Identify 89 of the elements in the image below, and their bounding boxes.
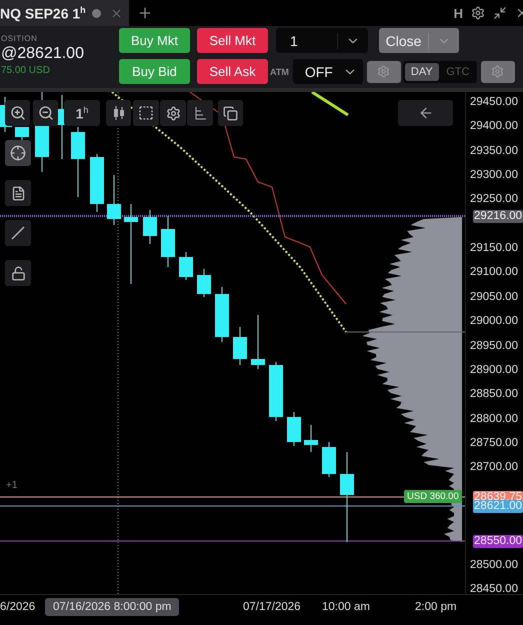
candlestick — [107, 174, 121, 226]
selection-icon — [138, 105, 154, 121]
price-tick: 29250.00 — [470, 192, 518, 206]
chart-tab[interactable]: NQ SEP26 1$^{h}$ — [0, 0, 129, 26]
order-settings-button[interactable] — [480, 60, 515, 82]
line-tool-button[interactable] — [5, 220, 31, 246]
price-tick: 28900.00 — [470, 362, 518, 377]
zoom-in-icon — [10, 105, 26, 121]
quantity-field[interactable]: 1 — [276, 28, 368, 53]
close-position-button[interactable]: Close — [379, 28, 459, 53]
candlestick — [71, 126, 85, 198]
candlestick-icon — [112, 105, 126, 121]
price-marker: 28550.00 — [473, 535, 523, 548]
position-label: OSITION — [1, 34, 38, 43]
price-tick: 28950.00 — [470, 338, 518, 352]
settings-icon[interactable] — [471, 6, 485, 20]
candlestick — [269, 362, 283, 422]
position-pnl: 75.00 USD — [1, 65, 51, 76]
price-tick: 29100.00 — [470, 265, 518, 280]
time-label: 07/17/2026 — [243, 600, 301, 615]
order-button[interactable]: Buy Bid — [119, 59, 190, 84]
crosshair-tool-button[interactable] — [5, 140, 31, 166]
price-tick: 29450.00 — [470, 95, 518, 109]
order-button[interactable]: Buy Mkt — [119, 28, 190, 53]
price-tick: 29350.00 — [470, 144, 518, 158]
price-tick: 28850.00 — [470, 387, 518, 402]
zoom-out-icon — [38, 105, 54, 121]
candlestick — [197, 268, 211, 298]
time-label: 2:00 pm — [415, 600, 457, 615]
trend-line — [311, 92, 349, 116]
back-button[interactable] — [398, 100, 453, 126]
tab-title: NQ SEP26 1$^{h}$ — [0, 4, 86, 22]
crosshair-icon — [10, 145, 26, 161]
copy-button[interactable] — [218, 100, 243, 126]
settings-icon — [166, 106, 180, 120]
price-marker: 29216.00 — [473, 210, 523, 223]
price-tick: 28800.00 — [470, 412, 518, 426]
price-tick: 29150.00 — [470, 241, 518, 256]
status-dot — [92, 8, 101, 18]
candlestick — [251, 314, 265, 370]
add-tab-icon[interactable] — [137, 5, 153, 21]
candlestick — [233, 326, 247, 366]
candlestick — [143, 210, 157, 244]
time-in-force-option[interactable]: DAY — [404, 62, 439, 80]
order-button[interactable]: Sell Mkt — [197, 28, 268, 53]
zoom-out-button[interactable] — [33, 100, 58, 126]
price-tick: 28750.00 — [470, 436, 518, 450]
candlestick — [161, 216, 175, 268]
atm-settings-button[interactable] — [366, 60, 401, 82]
price-tick: 29000.00 — [470, 314, 518, 328]
settings-button[interactable] — [160, 100, 186, 126]
settings-icon — [377, 65, 390, 78]
interval-button[interactable]: 1$^{h}$ — [64, 100, 100, 126]
price-tick: 28500.00 — [470, 558, 518, 572]
candlestick — [322, 442, 336, 478]
price-tick: 28450.00 — [470, 582, 518, 596]
time-label: 6/2026 — [0, 600, 36, 615]
position-value: @28621.00 — [1, 45, 85, 63]
window-letter[interactable]: H — [454, 6, 463, 20]
settings-icon — [491, 65, 504, 78]
candlestick — [287, 412, 301, 446]
copy-icon — [223, 106, 238, 120]
candlestick — [90, 154, 104, 212]
order-button[interactable]: Sell Ask — [197, 59, 268, 84]
pnl-badge: USD 360.00 — [404, 490, 462, 503]
notes-tool-button[interactable] — [5, 180, 31, 206]
collapse-icon[interactable] — [493, 6, 507, 20]
unlock-icon — [10, 266, 26, 280]
line-tool-icon — [10, 225, 26, 241]
position-marker: +1 — [6, 480, 18, 491]
back-arrow-icon — [418, 105, 434, 121]
price-tick: 29050.00 — [470, 290, 518, 304]
axis-button[interactable] — [187, 100, 213, 126]
atm-dropdown[interactable]: OFF — [292, 59, 363, 84]
price-tick: 29400.00 — [470, 119, 518, 134]
chart-type-button[interactable] — [106, 100, 131, 126]
time-label: 10:00 am — [322, 600, 370, 615]
price-tick: 29300.00 — [470, 168, 518, 182]
price-marker: 28621.00 — [473, 500, 523, 513]
atm-label: ATM — [270, 66, 289, 76]
price-tick: 28700.00 — [470, 460, 518, 474]
candlestick — [179, 252, 193, 280]
select-button[interactable] — [133, 100, 159, 126]
candlestick — [215, 286, 229, 342]
candlestick — [304, 424, 318, 452]
notes-icon — [10, 186, 26, 200]
lock-tool-button[interactable] — [5, 260, 31, 286]
zoom-in-button[interactable] — [5, 100, 30, 126]
time-label: 07/16/2026 8:00:00 pm — [45, 598, 180, 616]
